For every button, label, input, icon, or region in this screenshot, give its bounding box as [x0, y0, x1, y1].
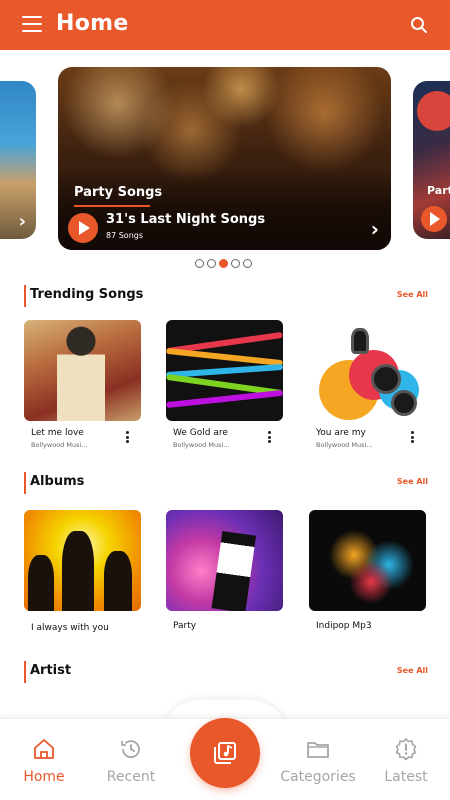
- nav-item-home[interactable]: Home: [4, 737, 84, 785]
- play-button[interactable]: [421, 206, 447, 232]
- song-cover-image: [166, 320, 283, 421]
- app-header: Home: [0, 0, 450, 50]
- alert-badge-icon: [395, 738, 417, 761]
- song-subtitle: Bollywood Musi...: [316, 441, 373, 449]
- nav-label: Recent: [106, 769, 156, 785]
- music-library-button[interactable]: [190, 718, 260, 788]
- nav-label: Latest: [384, 769, 428, 785]
- album-title: Party: [173, 621, 197, 631]
- carousel-slide-prev[interactable]: ›: [0, 81, 36, 239]
- song-card[interactable]: Let me love Bollywood Musi...: [24, 320, 141, 449]
- singer-image: [417, 91, 450, 131]
- pagination-dot-active[interactable]: [219, 259, 228, 268]
- pagination-dot[interactable]: [243, 259, 252, 268]
- song-cover-image: [309, 320, 426, 421]
- see-all-link[interactable]: See All: [397, 290, 428, 299]
- section-title: Artist: [30, 663, 72, 678]
- pagination-dot[interactable]: [231, 259, 240, 268]
- album-card[interactable]: Party: [166, 510, 283, 631]
- song-title: Let me love: [31, 428, 84, 438]
- more-options-icon[interactable]: [408, 431, 416, 445]
- see-all-link[interactable]: See All: [397, 477, 428, 486]
- nav-item-recent[interactable]: Recent: [91, 737, 171, 785]
- section-title: Trending Songs: [30, 287, 144, 302]
- nav-item-categories[interactable]: Categories: [278, 737, 358, 785]
- history-icon: [121, 740, 140, 758]
- section-accent-bar: [24, 661, 26, 683]
- slide-song-count: 87 Songs: [106, 231, 144, 240]
- nav-label: Home: [23, 769, 65, 785]
- chevron-right-icon[interactable]: ›: [19, 211, 26, 232]
- album-card[interactable]: I always with you: [24, 510, 141, 633]
- album-title: Indipop Mp3: [316, 621, 372, 631]
- pagination-dot[interactable]: [195, 259, 204, 268]
- carousel-slide-current[interactable]: Party Songs 31's Last Night Songs 87 Son…: [58, 67, 391, 250]
- carousel-pagination: [195, 259, 255, 268]
- section-accent-bar: [24, 472, 26, 494]
- section-title: Albums: [30, 474, 85, 489]
- trending-section-header: Trending Songs See All: [24, 285, 428, 307]
- song-subtitle: Bollywood Musi...: [31, 441, 88, 449]
- menu-icon[interactable]: [22, 16, 42, 32]
- nav-item-latest[interactable]: Latest: [366, 737, 446, 785]
- song-card[interactable]: We Gold are Bollywood Musi...: [166, 320, 283, 449]
- song-subtitle: Bollywood Musi...: [173, 441, 230, 449]
- album-title: I always with you: [31, 623, 109, 633]
- album-card[interactable]: Indipop Mp3: [309, 510, 426, 631]
- folder-icon: [307, 742, 329, 758]
- search-icon[interactable]: [410, 16, 428, 34]
- chevron-right-icon[interactable]: ›: [371, 217, 379, 241]
- song-cover-image: [24, 320, 141, 421]
- music-library-icon: [214, 742, 236, 764]
- home-icon: [34, 739, 54, 759]
- carousel-slide-next[interactable]: Part: [413, 81, 450, 239]
- play-button[interactable]: [68, 213, 98, 243]
- slide-category-label: Part: [427, 184, 450, 197]
- album-cover-image: [309, 510, 426, 611]
- song-title: We Gold are: [173, 428, 228, 438]
- album-cover-image: [24, 510, 141, 611]
- category-underline: [74, 205, 150, 207]
- slide-category-label: Party Songs: [74, 185, 163, 200]
- song-title: You are my: [316, 428, 366, 438]
- album-cover-image: [166, 510, 283, 611]
- slide-song-title: 31's Last Night Songs: [106, 212, 266, 227]
- featured-carousel[interactable]: › Party Songs 31's Last Night Songs 87 S…: [0, 50, 450, 275]
- artist-section-header: Artist See All: [24, 661, 428, 683]
- page-title: Home: [56, 11, 129, 36]
- see-all-link[interactable]: See All: [397, 666, 428, 675]
- section-accent-bar: [24, 285, 26, 307]
- more-options-icon[interactable]: [123, 431, 131, 445]
- more-options-icon[interactable]: [265, 431, 273, 445]
- pagination-dot[interactable]: [207, 259, 216, 268]
- albums-section-header: Albums See All: [24, 472, 428, 494]
- song-card[interactable]: You are my Bollywood Musi...: [309, 320, 426, 449]
- nav-label: Categories: [280, 769, 356, 785]
